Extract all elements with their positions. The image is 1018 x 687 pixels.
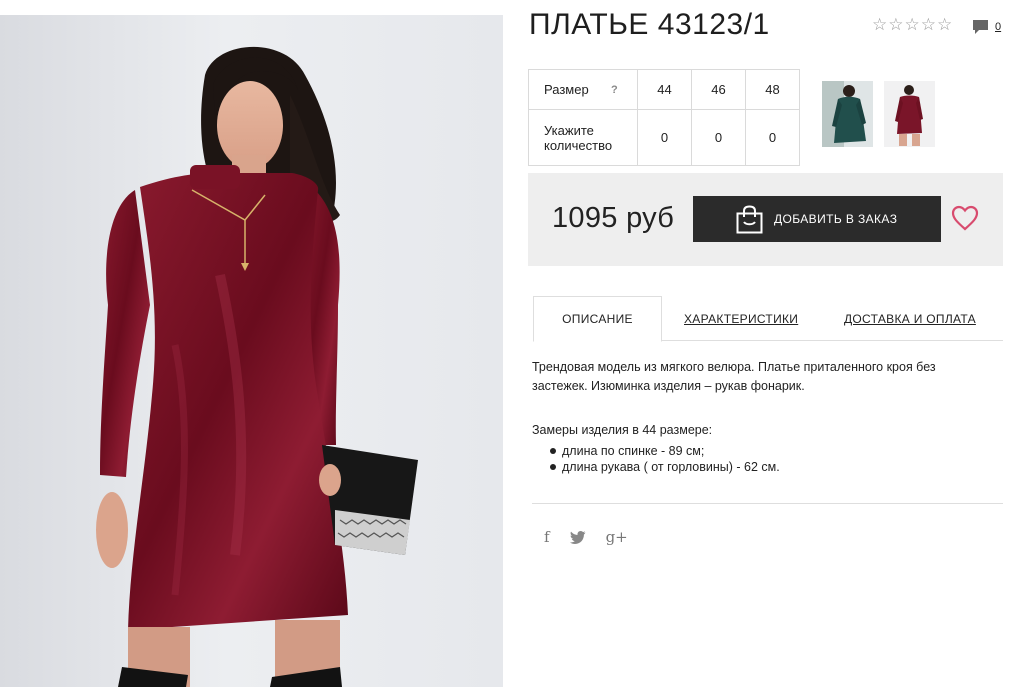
comments: 0 [972,19,1001,36]
product-title: ПЛАТЬЕ 43123/1 [529,8,770,41]
list-item: длина по спинке - 89 см; [550,443,780,459]
twitter-icon[interactable] [569,530,586,544]
star-icon[interactable]: ☆ [921,16,936,34]
product-tabs: ОПИСАНИЕ ХАРАКТЕРИСТИКИ ДОСТАВКА И ОПЛАТ… [533,296,1003,342]
comment-icon [973,20,988,34]
google-plus-icon[interactable]: g+ [606,528,628,546]
tab-characteristics[interactable]: ХАРАКТЕРИСТИКИ [684,296,798,341]
rating-stars[interactable]: ☆ ☆ ☆ ☆ ☆ [872,16,952,34]
thumbnail-burgundy[interactable] [884,81,935,147]
add-to-order-label: ДОБАВИТЬ В ЗАКАЗ [774,212,898,226]
star-icon[interactable]: ☆ [872,16,887,34]
size-46: 46 [691,69,746,110]
star-icon[interactable]: ☆ [888,16,903,34]
add-to-order-button[interactable]: ДОБАВИТЬ В ЗАКАЗ [693,196,941,242]
list-item: длина рукава ( от горловины) - 62 см. [550,459,780,475]
shopping-bag-icon [736,205,763,234]
color-thumbnails [822,81,935,147]
star-icon[interactable]: ☆ [905,16,920,34]
star-icon[interactable]: ☆ [937,16,952,34]
tab-description[interactable]: ОПИСАНИЕ [533,296,662,342]
thumbnail-green[interactable] [822,81,873,147]
measurements-title: Замеры изделия в 44 размере: [532,423,713,437]
facebook-icon[interactable]: f [544,528,550,546]
quantity-input-48[interactable]: 0 [745,109,800,166]
measurements-list: длина по спинке - 89 см; длина рукава ( … [550,443,780,475]
buy-box: 1095 руб ДОБАВИТЬ В ЗАКАЗ [528,173,1003,266]
comments-count-link[interactable]: 0 [995,21,1001,33]
size-44: 44 [637,69,692,110]
tab-delivery-payment[interactable]: ДОСТАВКА И ОПЛАТА [844,296,976,341]
quantity-input-44[interactable]: 0 [637,109,692,166]
size-table: Размер ? 44 46 48 Укажите количество 0 0… [528,69,800,166]
divider [532,503,1003,504]
size-row-label: Размер ? [528,69,638,110]
size-help-icon[interactable]: ? [611,83,618,98]
product-description: Трендовая модель из мягкого велюра. Плат… [532,360,936,393]
quantity-input-46[interactable]: 0 [691,109,746,166]
heart-icon[interactable] [951,205,979,231]
price: 1095 руб [552,202,675,234]
social-share: f g+ [544,528,628,546]
product-photo[interactable] [0,15,503,687]
quantity-row-label: Укажите количество [528,109,638,166]
size-48: 48 [745,69,800,110]
